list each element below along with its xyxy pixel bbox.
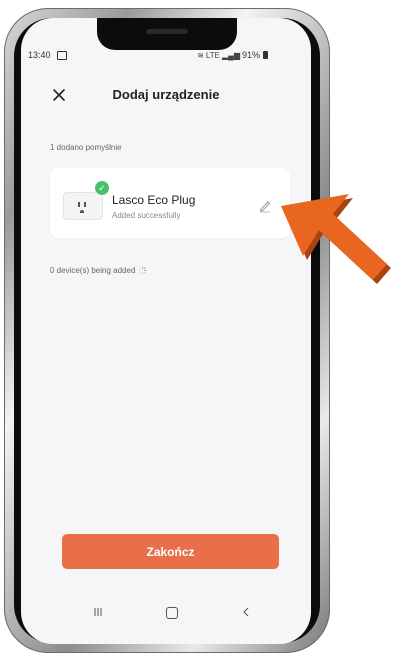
signal-icon: ▂▄▆ [222, 50, 240, 60]
added-count-text: 1 dodano pomyślnie [50, 143, 122, 152]
header: Dodaj urządzenie [21, 84, 311, 108]
battery-icon [263, 51, 268, 59]
pencil-icon[interactable] [258, 199, 272, 213]
adding-status: 0 device(s) being added [50, 266, 147, 275]
android-nav-bar [21, 602, 311, 622]
device-card[interactable]: ✓ Lasco Eco Plug Added successfully [50, 168, 290, 238]
recents-icon[interactable] [92, 606, 104, 618]
finish-button[interactable]: Zakończ [62, 534, 279, 569]
gallery-icon [57, 51, 67, 60]
status-bar: 13:40 ≋ LTE ▂▄▆ 91% [28, 50, 268, 64]
orange-pointer-arrow [281, 194, 391, 284]
plug-ground-hole [80, 210, 84, 213]
network-type: LTE [205, 50, 220, 60]
check-circle-icon: ✓ [94, 180, 110, 196]
device-status: Added successfully [112, 211, 181, 220]
smart-plug-image [63, 192, 103, 220]
notch [97, 18, 237, 50]
status-right: ≋ LTE ▂▄▆ 91% [197, 50, 268, 60]
wifi-icon: ≋ [197, 50, 204, 60]
back-icon[interactable] [240, 606, 252, 618]
battery-percent: 91% [241, 50, 260, 60]
adding-status-text: 0 device(s) being added [50, 266, 136, 275]
speaker-grille [146, 29, 188, 34]
device-name: Lasco Eco Plug [112, 193, 196, 207]
page-title: Dodaj urządzenie [112, 87, 220, 102]
spinner-icon [138, 266, 147, 275]
stage: 13:40 ≋ LTE ▂▄▆ 91% Dodaj urządzenie 1 d… [0, 0, 394, 655]
home-icon[interactable] [166, 607, 178, 619]
status-time: 13:40 [28, 50, 51, 60]
